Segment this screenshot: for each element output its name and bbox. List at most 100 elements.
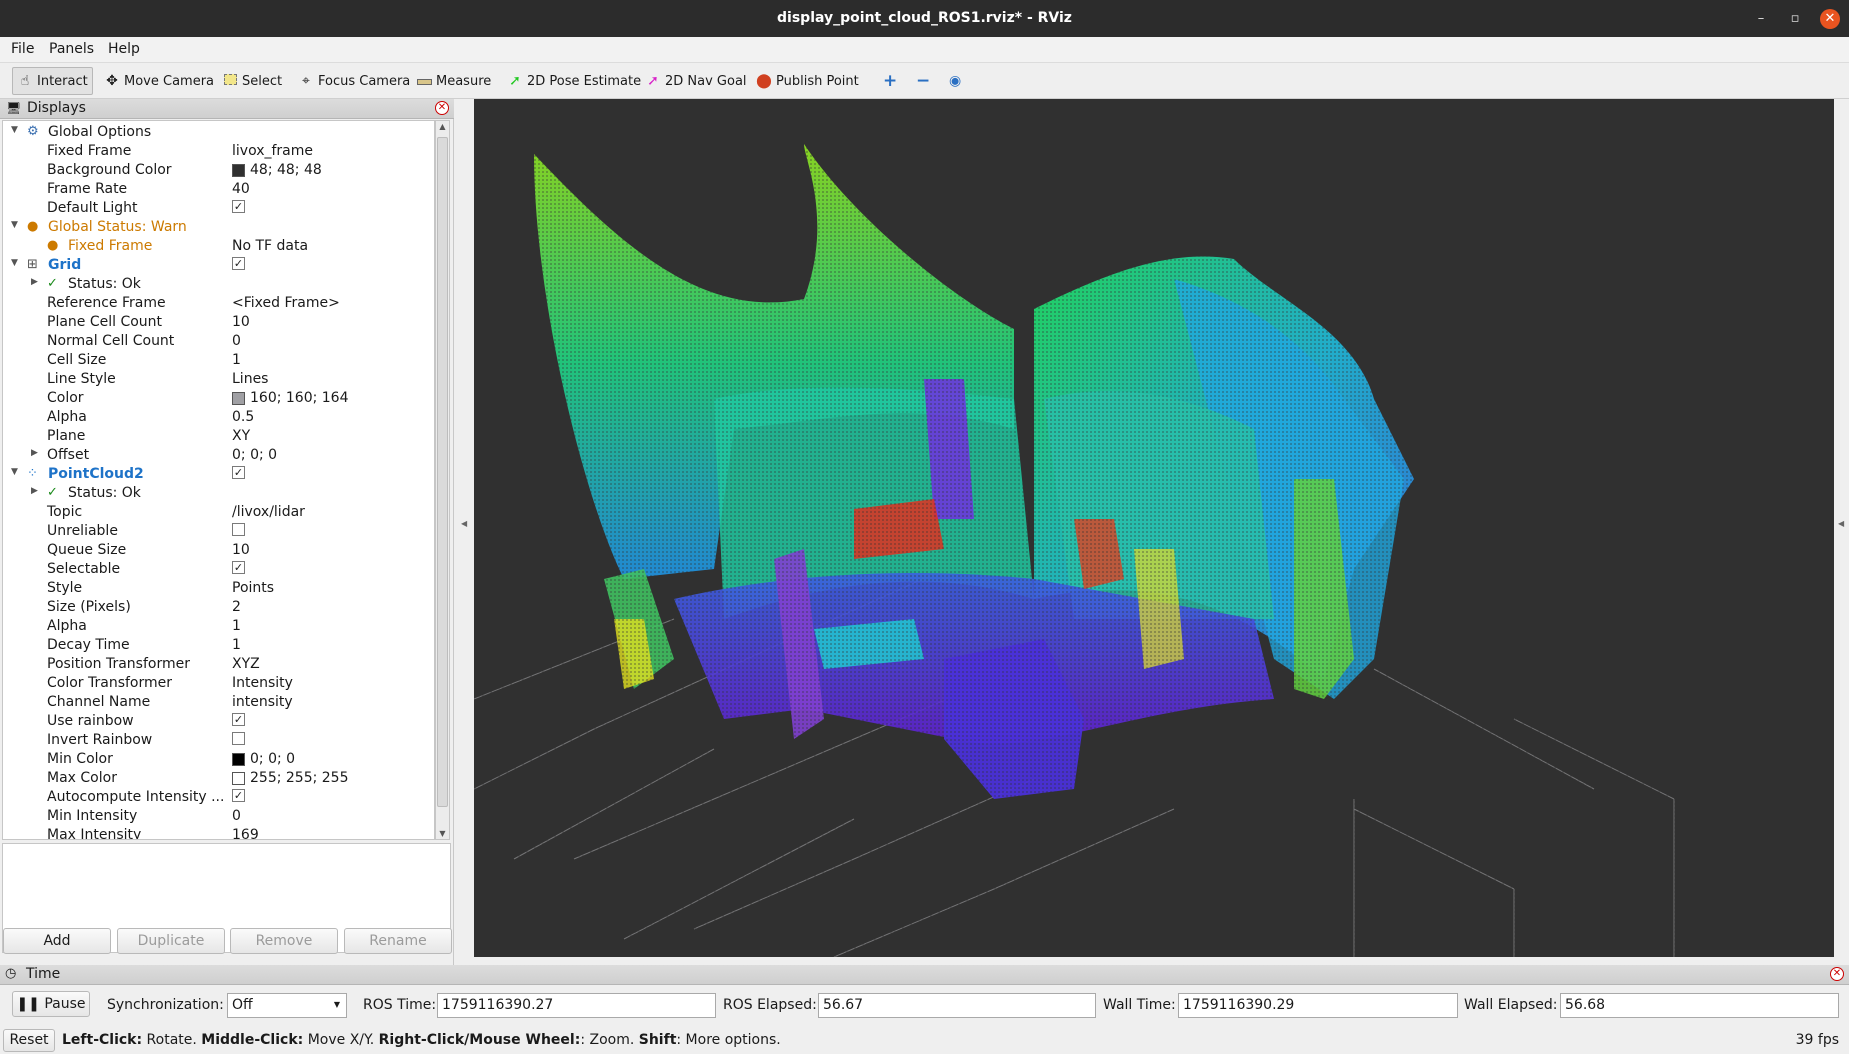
menu-help[interactable]: Help [108,41,140,57]
ros-elapsed-field[interactable]: 56.67 [818,993,1096,1018]
row-value[interactable]: XYZ [232,656,260,672]
select-tool-button[interactable]: Select [218,67,286,95]
scrollbar-thumb[interactable] [437,137,448,807]
tree-row-grid-color[interactable]: Color 160; 160; 164 [3,389,434,408]
tree-row-pointcloud2[interactable]: ▼ ⁘ PointCloud2 ✓ [3,465,434,484]
tree-row-max-intensity[interactable]: Max Intensity 169 [3,826,434,839]
tree-row-autocompute-intensity[interactable]: Autocompute Intensity ... ✓ [3,788,434,807]
scroll-down-icon[interactable]: ▼ [436,829,449,838]
wall-time-field[interactable]: 1759116390.29 [1178,993,1458,1018]
scroll-up-icon[interactable]: ▲ [436,122,449,131]
right-splitter[interactable]: ◀ [1834,99,1849,957]
tree-row-pc-alpha[interactable]: Alpha 1 [3,617,434,636]
tree-row-position-transformer[interactable]: Position Transformer XYZ [3,655,434,674]
row-value[interactable]: 10 [232,314,250,330]
render-viewport[interactable] [474,99,1834,957]
measure-tool-button[interactable]: Measure [412,67,495,95]
publish-point-tool-button[interactable]: ⬤ Publish Point [752,67,863,95]
tree-row-grid[interactable]: ▼ ⊞ Grid ✓ [3,256,434,275]
tree-row-global-status[interactable]: ▼ ● Global Status: Warn [3,218,434,237]
tree-row-invert-rainbow[interactable]: Invert Rainbow [3,731,434,750]
tree-row-offset[interactable]: ▶ Offset 0; 0; 0 [3,446,434,465]
row-value[interactable]: Lines [232,371,268,387]
row-value[interactable]: 1 [232,352,241,368]
row-value[interactable]: 0.5 [232,409,254,425]
checkbox[interactable]: ✓ [232,200,245,213]
sync-dropdown[interactable]: Off ▼ [227,993,347,1018]
checkbox[interactable]: ✓ [232,713,245,726]
tree-row-unreliable[interactable]: Unreliable [3,522,434,541]
checkbox[interactable] [232,732,245,745]
row-value[interactable]: 0; 0; 0 [232,751,295,767]
minimize-icon[interactable]: – [1751,9,1771,29]
rename-button[interactable]: Rename [344,928,452,954]
tree-row-background-color[interactable]: Background Color 48; 48; 48 [3,161,434,180]
tree-row-decay-time[interactable]: Decay Time 1 [3,636,434,655]
tree-row-grid-alpha[interactable]: Alpha 0.5 [3,408,434,427]
tree-row-pointcloud-status[interactable]: ▶ ✓ Status: Ok [3,484,434,503]
row-value[interactable]: XY [232,428,250,444]
focus-camera-tool-button[interactable]: ⌖ Focus Camera [294,67,414,95]
remove-tool-icon[interactable]: − [912,67,934,95]
tree-row-fixed-frame-status[interactable]: ● Fixed Frame No TF data [3,237,434,256]
pause-button[interactable]: ❚❚ Pause [12,991,90,1017]
menu-file[interactable]: File [11,41,34,57]
tree-row-reference-frame[interactable]: Reference Frame <Fixed Frame> [3,294,434,313]
close-window-icon[interactable]: ✕ [1820,9,1840,29]
maximize-icon[interactable]: ▫ [1785,9,1805,29]
tree-row-grid-status[interactable]: ▶ ✓ Status: Ok [3,275,434,294]
move-camera-tool-button[interactable]: ✥ Move Camera [100,67,218,95]
remove-button[interactable]: Remove [230,928,338,954]
row-value[interactable]: 160; 160; 164 [232,390,349,406]
tree-row-fixed-frame[interactable]: Fixed Frame livox_frame [3,142,434,161]
row-value[interactable]: 0; 0; 0 [232,447,277,463]
close-panel-icon[interactable]: ✕ [1830,967,1844,981]
left-splitter[interactable]: ◀ [456,99,474,957]
row-value[interactable]: 169 [232,827,259,839]
row-value[interactable]: 0 [232,808,241,824]
tree-row-cell-size[interactable]: Cell Size 1 [3,351,434,370]
row-value[interactable]: 1 [232,618,241,634]
ros-time-field[interactable]: 1759116390.27 [437,993,716,1018]
checkbox[interactable]: ✓ [232,466,245,479]
reset-button[interactable]: Reset [3,1029,55,1052]
tree-row-line-style[interactable]: Line Style Lines [3,370,434,389]
tree-row-global-options[interactable]: ▼ ⚙ Global Options [3,123,434,142]
row-value[interactable]: 255; 255; 255 [232,770,349,786]
add-display-button[interactable]: Add [3,928,111,954]
tree-row-size-pixels[interactable]: Size (Pixels) 2 [3,598,434,617]
row-value[interactable]: 48; 48; 48 [232,162,322,178]
wall-elapsed-field[interactable]: 56.68 [1560,993,1839,1018]
add-tool-icon[interactable]: + [879,67,901,95]
checkbox[interactable]: ✓ [232,257,245,270]
tree-row-plane[interactable]: Plane XY [3,427,434,446]
tree-row-min-color[interactable]: Min Color 0; 0; 0 [3,750,434,769]
tree-row-use-rainbow[interactable]: Use rainbow ✓ [3,712,434,731]
row-value[interactable]: 1 [232,637,241,653]
tree-row-color-transformer[interactable]: Color Transformer Intensity [3,674,434,693]
row-value[interactable]: 10 [232,542,250,558]
tree-row-normal-cell-count[interactable]: Normal Cell Count 0 [3,332,434,351]
checkbox[interactable] [232,523,245,536]
row-value[interactable]: 2 [232,599,241,615]
tree-row-channel-name[interactable]: Channel Name intensity [3,693,434,712]
nav-goal-tool-button[interactable]: ➚ 2D Nav Goal [641,67,751,95]
row-value[interactable]: livox_frame [232,143,313,159]
checkbox[interactable]: ✓ [232,561,245,574]
close-panel-icon[interactable]: ✕ [435,101,449,115]
tree-row-default-light[interactable]: Default Light ✓ [3,199,434,218]
interact-tool-button[interactable]: ☝ Interact [12,67,93,95]
tree-row-queue-size[interactable]: Queue Size 10 [3,541,434,560]
menu-panels[interactable]: Panels [49,41,94,57]
tree-row-max-color[interactable]: Max Color 255; 255; 255 [3,769,434,788]
row-value[interactable]: Intensity [232,675,293,691]
eye-icon[interactable]: ◉ [945,67,965,95]
row-value[interactable]: intensity [232,694,293,710]
tree-row-selectable[interactable]: Selectable ✓ [3,560,434,579]
row-value[interactable]: <Fixed Frame> [232,295,340,311]
row-value[interactable]: 40 [232,181,250,197]
tree-row-frame-rate[interactable]: Frame Rate 40 [3,180,434,199]
row-value[interactable]: /livox/lidar [232,504,305,520]
pose-estimate-tool-button[interactable]: ➚ 2D Pose Estimate [503,67,645,95]
row-value[interactable]: 0 [232,333,241,349]
